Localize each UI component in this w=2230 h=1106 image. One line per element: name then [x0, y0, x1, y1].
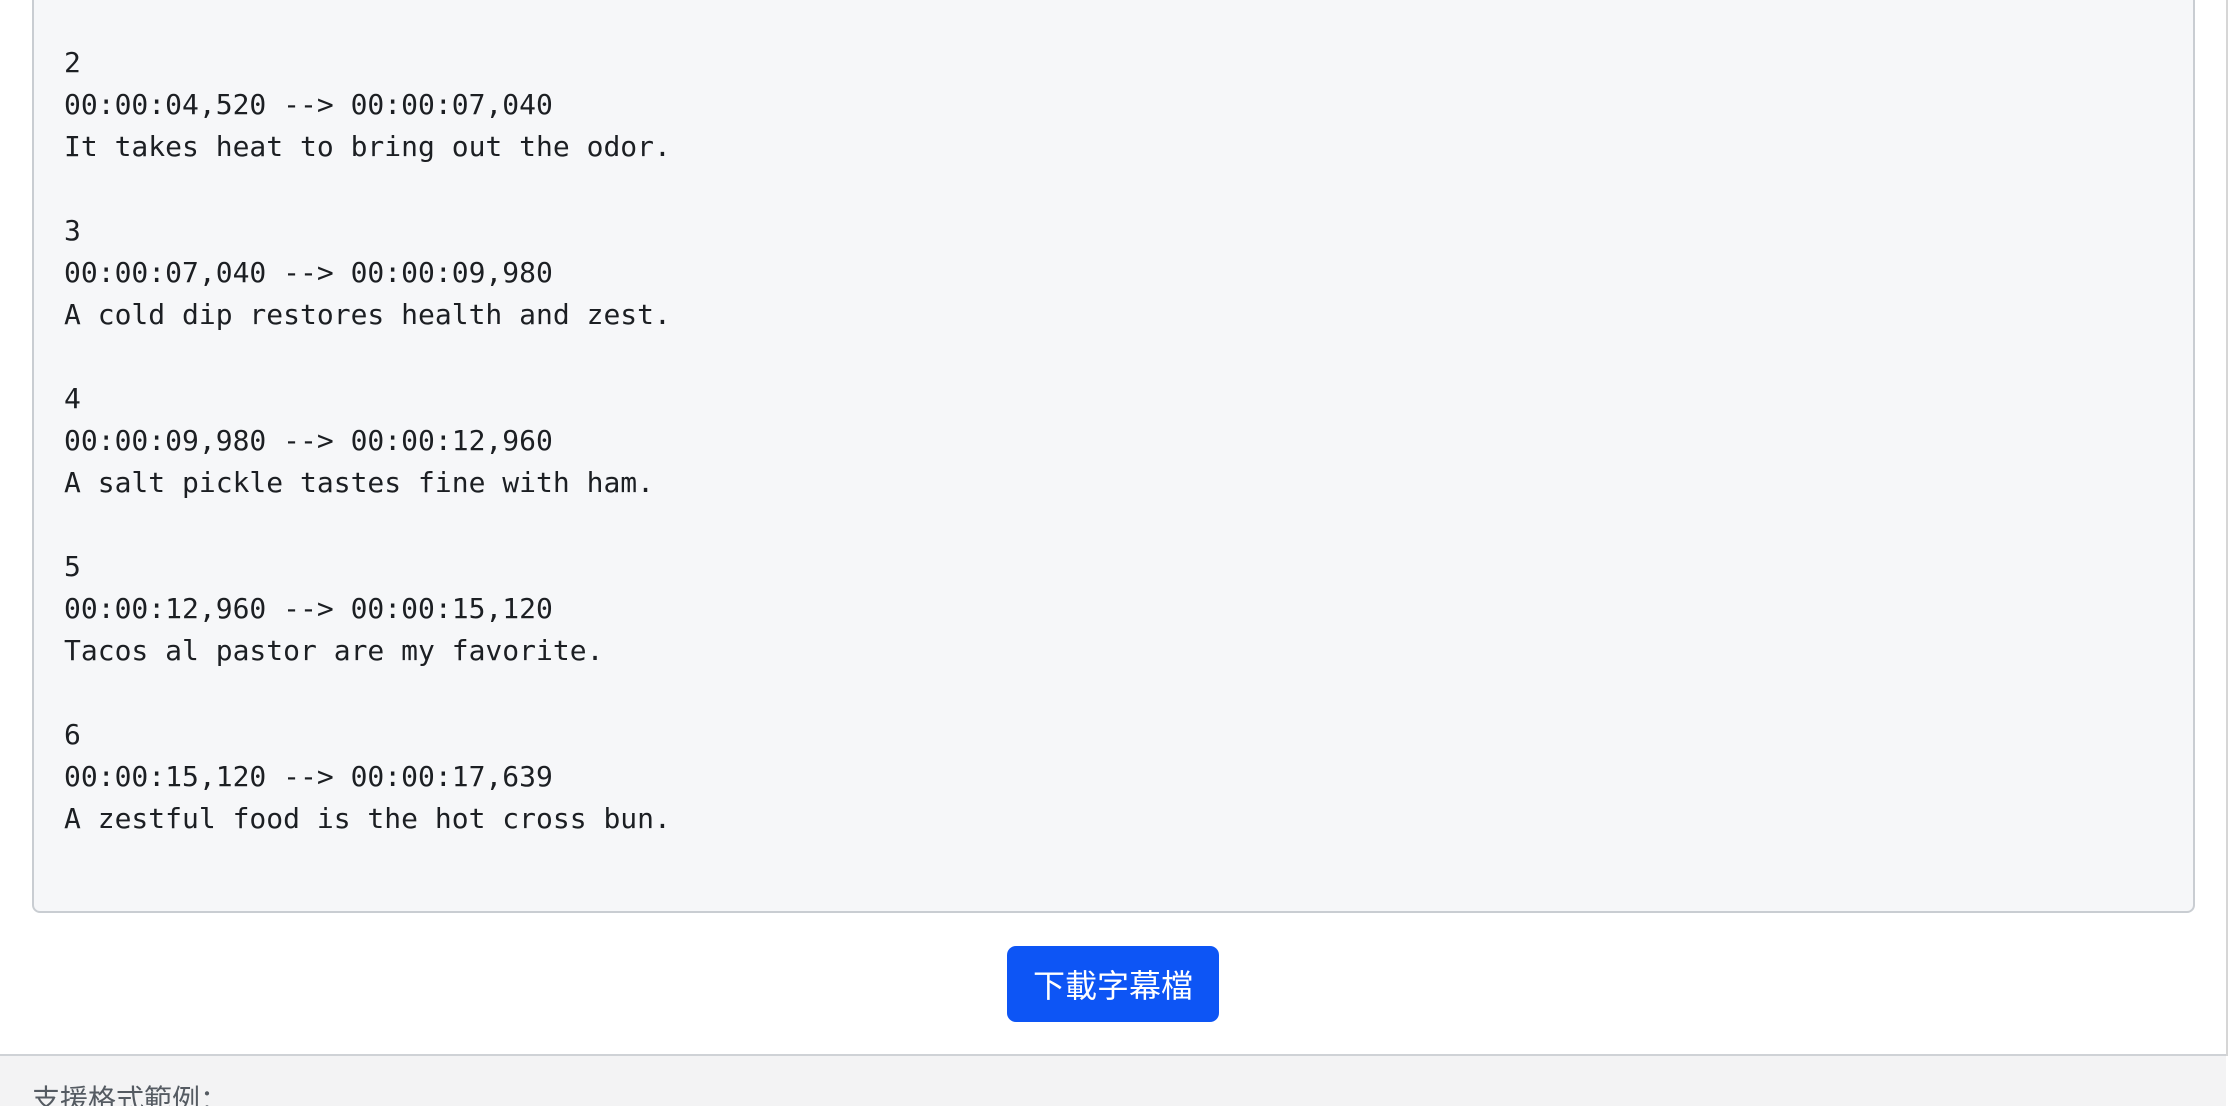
- subtitle-output[interactable]: 2 00:00:04,520 --> 00:00:07,040 It takes…: [32, 0, 2195, 913]
- cue-text: Tacos al pastor are my favorite.: [64, 634, 604, 667]
- download-subtitle-button[interactable]: 下載字幕檔: [1007, 946, 1219, 1022]
- cue-index: 3: [64, 214, 81, 247]
- subtitle-cue: 6 00:00:15,120 --> 00:00:17,639 A zestfu…: [64, 714, 2193, 840]
- cue-timing: 00:00:15,120 --> 00:00:17,639: [64, 760, 553, 793]
- page: 2 00:00:04,520 --> 00:00:07,040 It takes…: [0, 0, 2230, 1106]
- cue-index: 5: [64, 550, 81, 583]
- supported-formats-heading: 支援格式範例：: [32, 1083, 229, 1106]
- subtitle-cue: 3 00:00:07,040 --> 00:00:09,980 A cold d…: [64, 210, 2193, 336]
- subtitle-cue: 5 00:00:12,960 --> 00:00:15,120 Tacos al…: [64, 546, 2193, 672]
- subtitle-cue: 4 00:00:09,980 --> 00:00:12,960 A salt p…: [64, 378, 2193, 504]
- supported-formats-section: 支援格式範例：: [0, 1054, 2226, 1106]
- cue-index: 6: [64, 718, 81, 751]
- cue-text: A zestful food is the hot cross bun.: [64, 802, 671, 835]
- subtitle-cue: 2 00:00:04,520 --> 00:00:07,040 It takes…: [64, 42, 2193, 168]
- cue-timing: 00:00:04,520 --> 00:00:07,040: [64, 88, 553, 121]
- cue-text: A salt pickle tastes fine with ham.: [64, 466, 655, 499]
- cue-timing: 00:00:12,960 --> 00:00:15,120: [64, 592, 553, 625]
- cue-index: 2: [64, 46, 81, 79]
- cue-text: It takes heat to bring out the odor.: [64, 130, 671, 163]
- cue-timing: 00:00:07,040 --> 00:00:09,980: [64, 256, 553, 289]
- cue-index: 4: [64, 382, 81, 415]
- cue-timing: 00:00:09,980 --> 00:00:12,960: [64, 424, 553, 457]
- cue-text: A cold dip restores health and zest.: [64, 298, 671, 331]
- download-container: 下載字幕檔: [0, 946, 2226, 1022]
- scrollbar-edge: [2226, 0, 2228, 1056]
